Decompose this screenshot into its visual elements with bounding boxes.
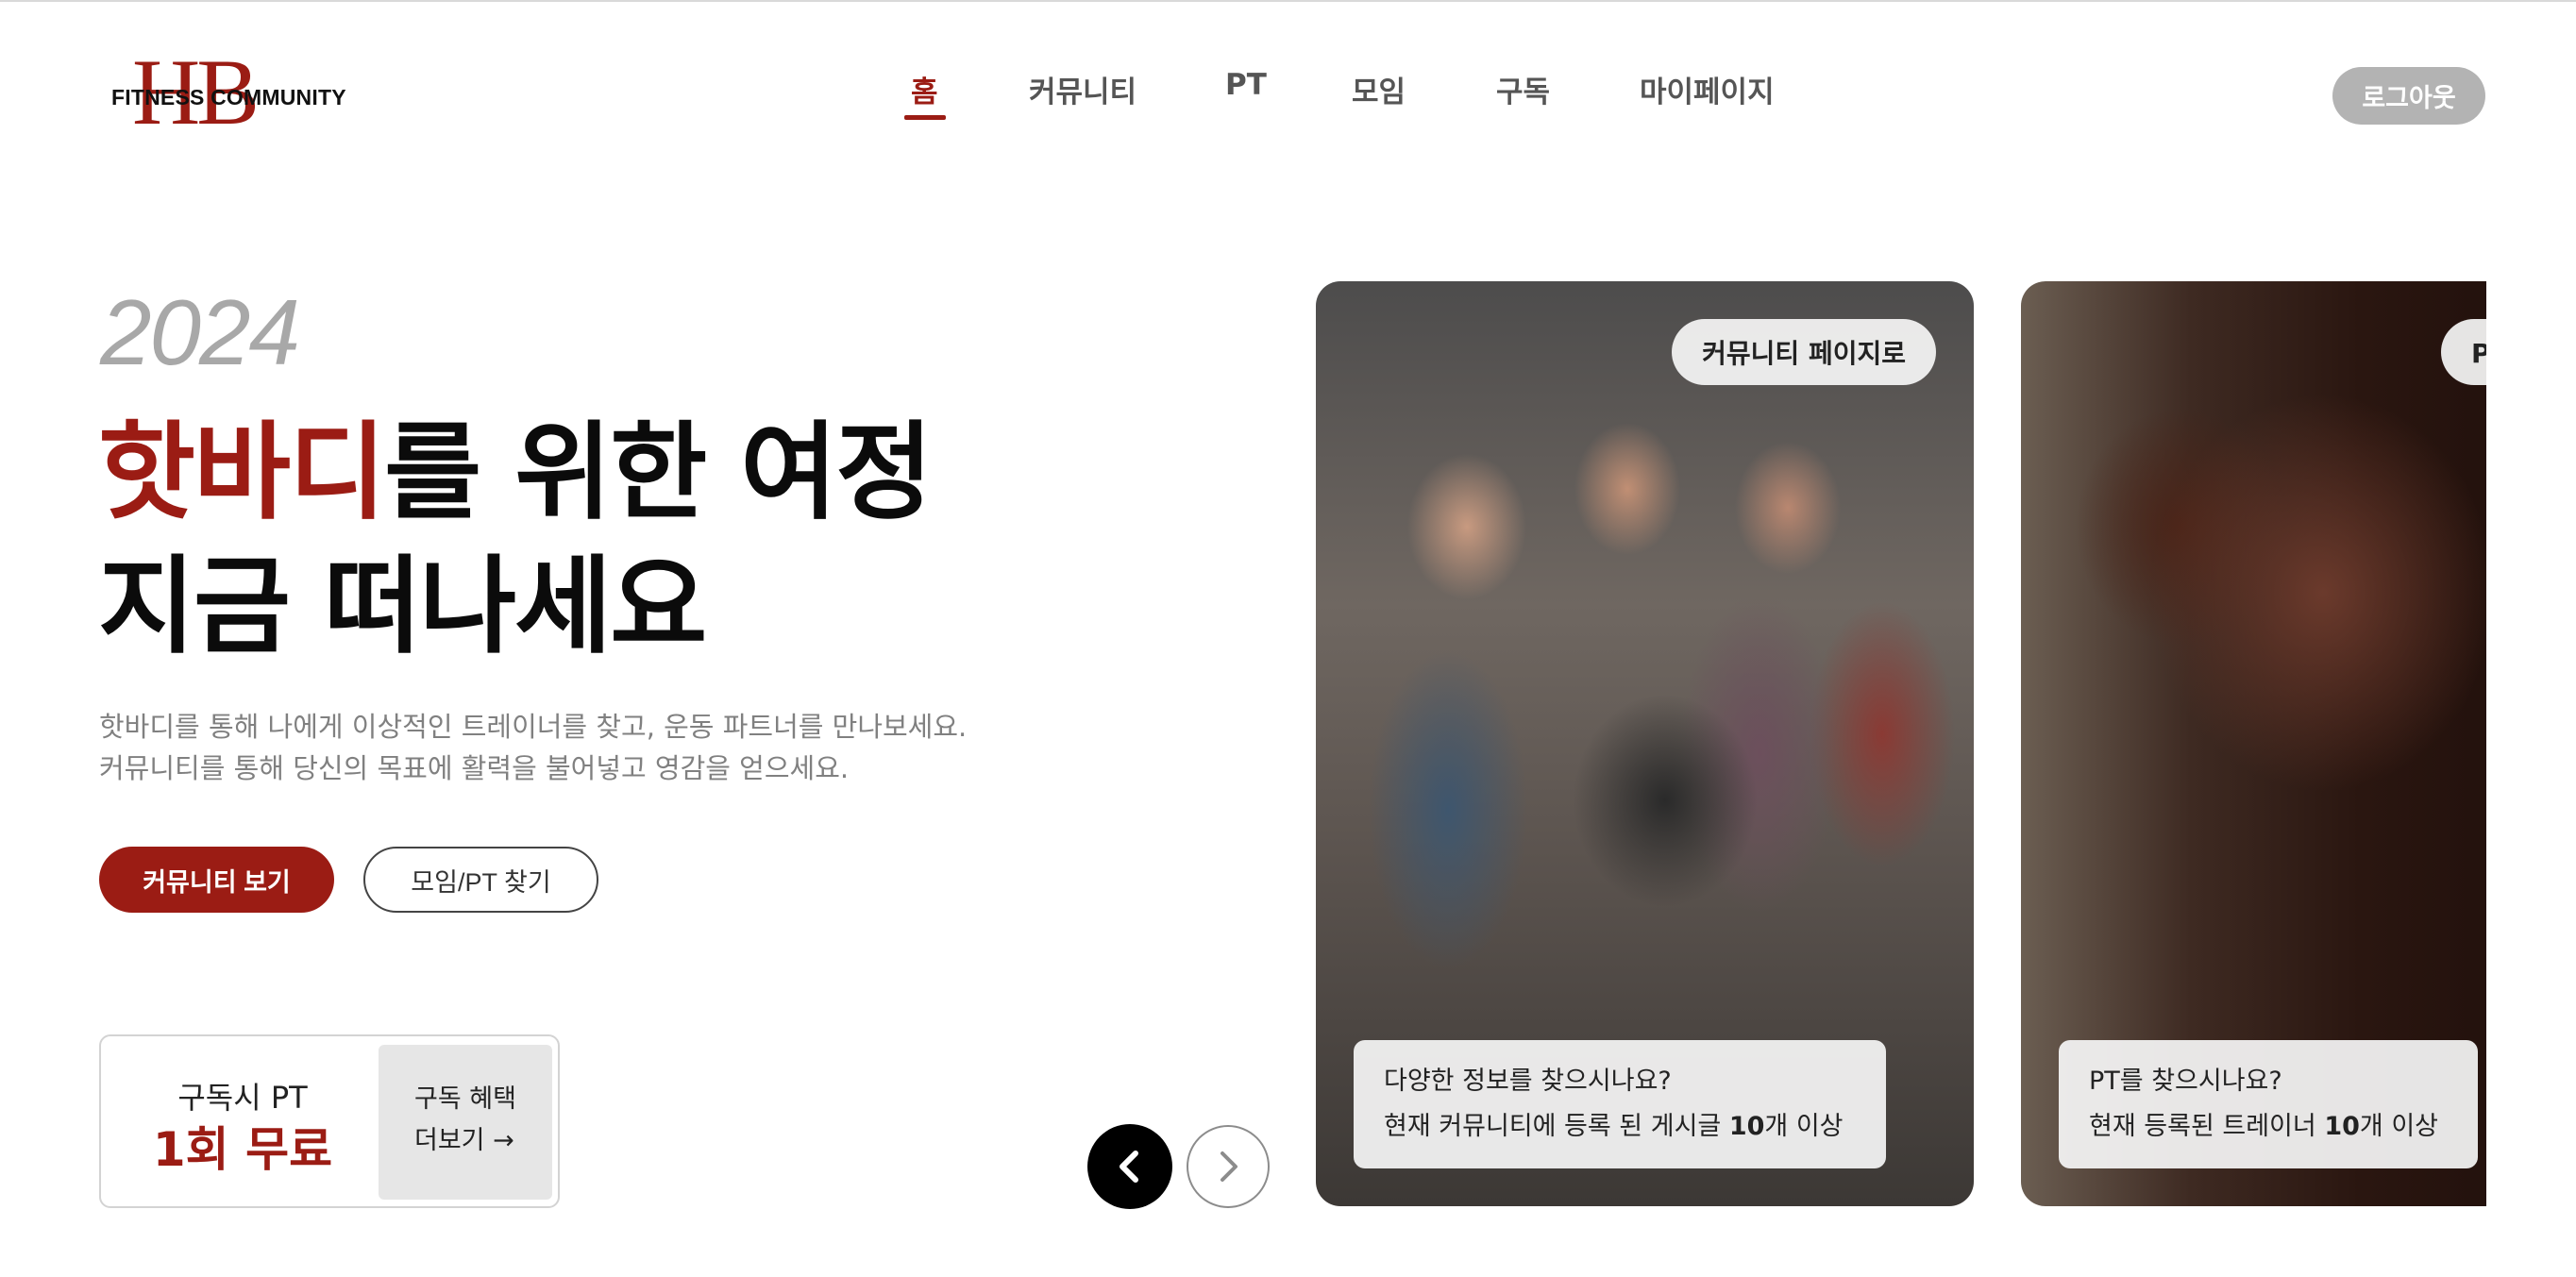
hero-description: 핫바디를 통해 나에게 이상적인 트레이너를 찾고, 운동 파트너를 만나보세요…: [99, 706, 967, 789]
stat-prefix: 현재 커뮤니티에 등록 된 게시글: [1384, 1112, 1729, 1141]
stat-prefix: 현재 등록된 트레이너: [2089, 1112, 2325, 1141]
description-line-1: 핫바디를 통해 나에게 이상적인 트레이너를 찾고, 운동 파트너를 만나보세요…: [99, 711, 968, 743]
subscription-promo: 구독시 PT 1회 무료 구독 혜택 더보기 →: [99, 1034, 560, 1208]
community-card[interactable]: 커뮤니티 페이지로 다양한 정보를 찾으시나요? 현재 커뮤니티에 등록 된 게…: [1316, 281, 1974, 1206]
logo[interactable]: HB FITNESS COMMUNITY: [106, 45, 346, 140]
nav-item-home[interactable]: 홈: [911, 68, 938, 110]
promo-title: 1회 무료: [152, 1122, 333, 1177]
hero-year: 2024: [100, 280, 300, 384]
nav-item-subscribe[interactable]: 구독: [1496, 68, 1550, 110]
headline-line2: 지금 떠나세요: [98, 546, 707, 668]
pt-card-tag[interactable]: PT 페이지로: [2441, 319, 2486, 385]
feature-carousel: 커뮤니티 페이지로 다양한 정보를 찾으시나요? 현재 커뮤니티에 등록 된 게…: [1316, 281, 2486, 1206]
stat-number: 10: [1728, 1112, 1765, 1141]
chevron-right-icon: [1221, 1151, 1237, 1182]
logout-button[interactable]: 로그아웃: [2332, 67, 2485, 125]
promo-link-line-2: 더보기 →: [414, 1126, 514, 1155]
headline-rest: 를 위한 여정: [384, 412, 933, 534]
stat-suffix: 개 이상: [2359, 1112, 2438, 1141]
view-community-button[interactable]: 커뮤니티 보기: [99, 847, 334, 913]
community-card-tag[interactable]: 커뮤니티 페이지로: [1672, 319, 1936, 385]
promo-more-link[interactable]: 구독 혜택 더보기 →: [379, 1045, 552, 1200]
nav-item-meetup[interactable]: 모임: [1352, 68, 1406, 110]
description-line-2: 커뮤니티를 통해 당신의 목표에 활력을 불어넣고 영감을 얻으세요.: [99, 752, 850, 784]
logo-text: FITNESS COMMUNITY: [111, 85, 346, 109]
promo-link-line-1: 구독 혜택: [414, 1084, 516, 1114]
nav-item-community[interactable]: 커뮤니티: [1029, 68, 1136, 110]
chevron-left-icon: [1120, 1151, 1138, 1183]
pt-card[interactable]: PT 페이지로 PT를 찾으시나요? 현재 등록된 트레이너 10개 이상: [2021, 281, 2486, 1206]
community-card-question: 다양한 정보를 찾으시나요?: [1384, 1067, 1672, 1096]
stat-number: 10: [2324, 1112, 2360, 1141]
stat-suffix: 개 이상: [1764, 1112, 1844, 1141]
top-border: [0, 0, 2576, 2]
hero-headline: 핫바디를 위한 여정 지금 떠나세요: [98, 406, 933, 674]
carousel-prev-button[interactable]: [1087, 1124, 1172, 1209]
nav-item-mypage[interactable]: 마이페이지: [1640, 68, 1775, 110]
nav-item-pt[interactable]: PT: [1225, 68, 1267, 102]
pt-card-info: PT를 찾으시나요? 현재 등록된 트레이너 10개 이상: [2059, 1040, 2478, 1168]
nav-active-indicator: [904, 115, 946, 120]
community-card-info: 다양한 정보를 찾으시나요? 현재 커뮤니티에 등록 된 게시글 10개 이상: [1354, 1040, 1886, 1168]
headline-accent: 핫바디: [98, 412, 386, 534]
find-meetup-pt-button[interactable]: 모임/PT 찾기: [363, 847, 598, 913]
community-card-stat: 현재 커뮤니티에 등록 된 게시글 10개 이상: [1384, 1104, 1856, 1150]
pt-card-stat: 현재 등록된 트레이너 10개 이상: [2089, 1104, 2448, 1150]
pt-card-question: PT를 찾으시나요?: [2089, 1067, 2282, 1096]
carousel-next-button[interactable]: [1187, 1125, 1270, 1208]
